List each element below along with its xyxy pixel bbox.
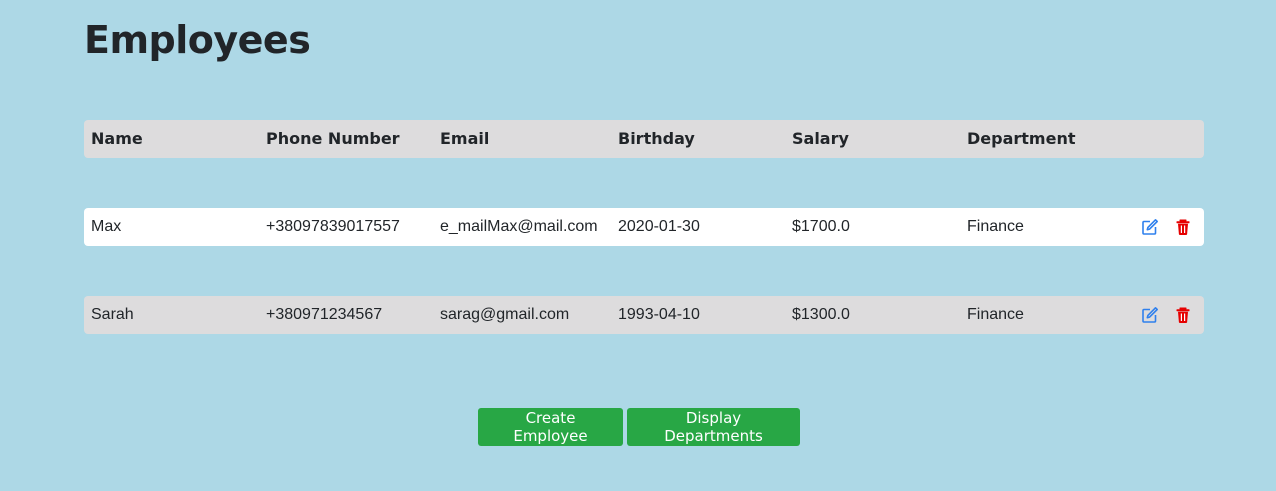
- cell-phone: +38097839017557: [266, 218, 400, 235]
- cell-birthday: 2020-01-30: [618, 218, 700, 235]
- cell-salary: $1700.0: [792, 218, 850, 235]
- cell-email: e_mailMax@mail.com: [440, 218, 598, 235]
- cell-birthday: 1993-04-10: [618, 306, 700, 323]
- header-phone: Phone Number: [266, 129, 400, 148]
- header-department: Department: [967, 129, 1076, 148]
- trash-icon[interactable]: [1174, 218, 1192, 236]
- cell-salary: $1300.0: [792, 306, 850, 323]
- page-title: Employees: [84, 18, 311, 62]
- table-header: Name Phone Number Email Birthday Salary …: [84, 120, 1204, 158]
- edit-icon[interactable]: [1141, 218, 1159, 236]
- cell-name: Max: [91, 218, 122, 235]
- header-email: Email: [440, 129, 490, 148]
- create-employee-button[interactable]: Create Employee: [478, 408, 623, 446]
- cell-phone: +380971234567: [266, 306, 383, 323]
- header-birthday: Birthday: [618, 129, 695, 148]
- action-buttons: Create Employee Display Departments: [478, 408, 800, 446]
- trash-icon[interactable]: [1174, 306, 1192, 324]
- cell-email: sarag@gmail.com: [440, 306, 570, 323]
- cell-name: Sarah: [91, 306, 134, 323]
- cell-department: Finance: [967, 306, 1024, 323]
- header-salary: Salary: [792, 129, 849, 148]
- header-name: Name: [91, 129, 143, 148]
- table-row: Max +38097839017557 e_mailMax@mail.com 2…: [84, 208, 1204, 246]
- display-departments-button[interactable]: Display Departments: [627, 408, 800, 446]
- cell-department: Finance: [967, 218, 1024, 235]
- edit-icon[interactable]: [1141, 306, 1159, 324]
- table-row: Sarah +380971234567 sarag@gmail.com 1993…: [84, 296, 1204, 334]
